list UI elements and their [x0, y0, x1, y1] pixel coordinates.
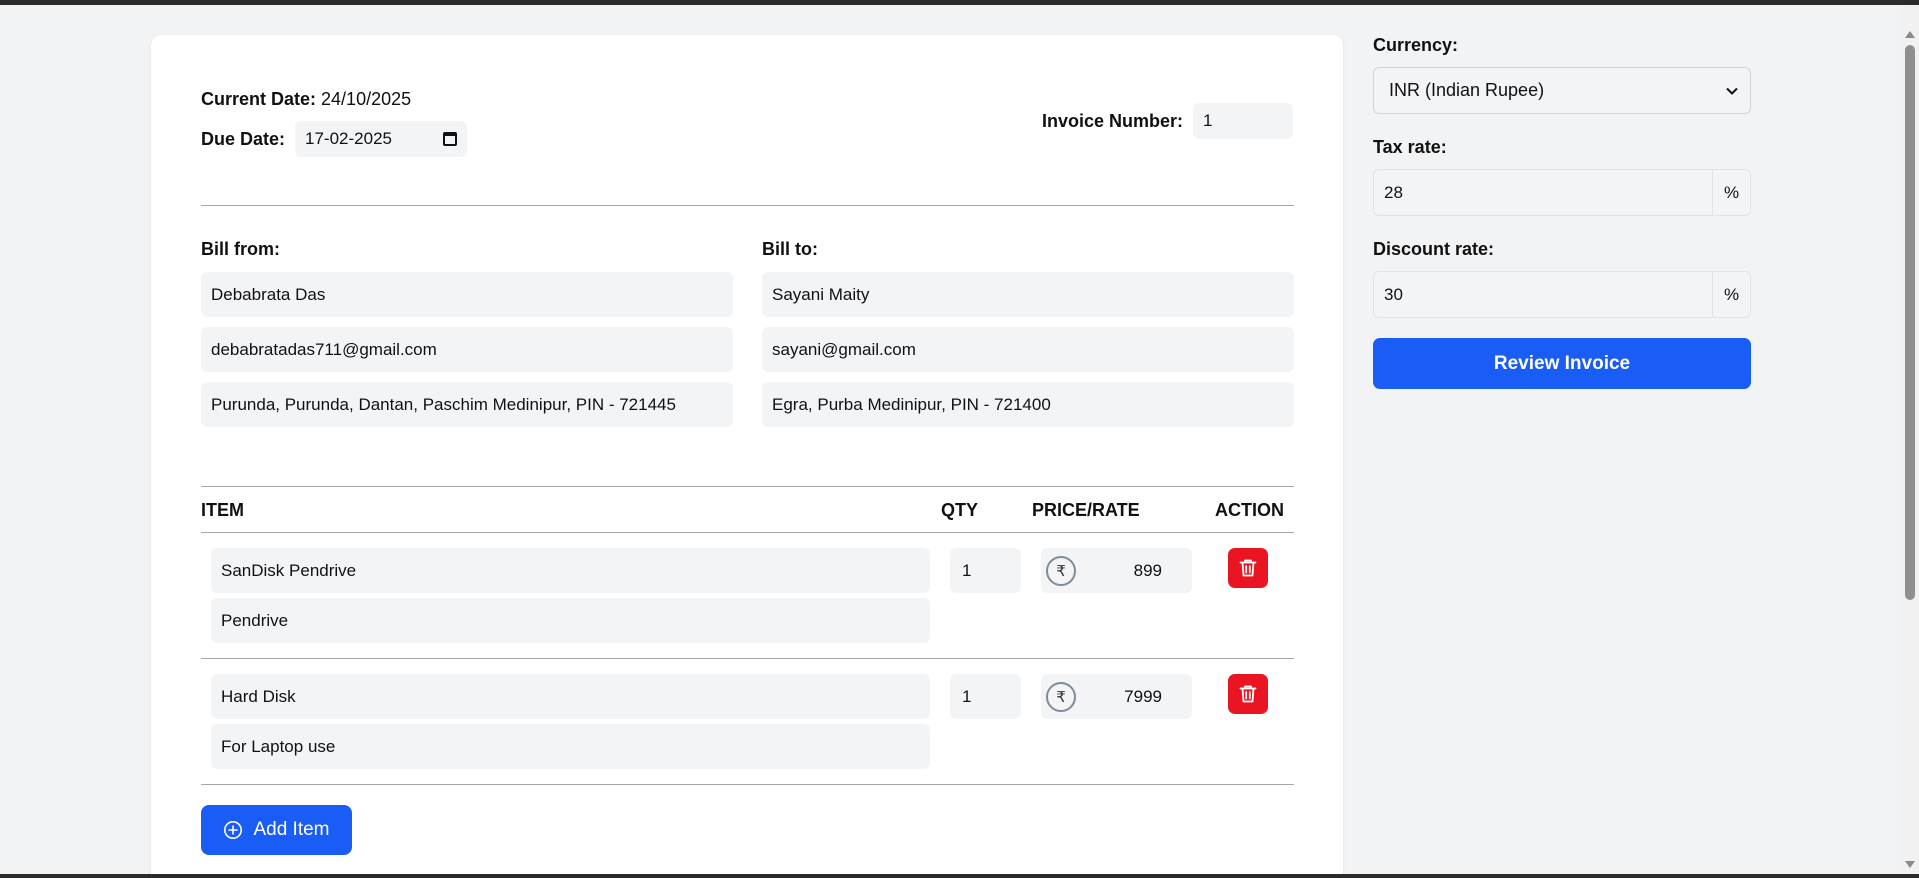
bottom-border: [0, 874, 1919, 878]
settings-panel: Currency: INR (Indian Rupee) Tax rate: 2…: [1373, 35, 1751, 389]
trash-icon: [1239, 559, 1257, 577]
bill-from-address: Purunda, Purunda, Dantan, Paschim Medini…: [211, 394, 676, 414]
item-qty-input[interactable]: 1: [950, 548, 1021, 593]
bill-from-email-input[interactable]: debabratadas711@gmail.com: [201, 327, 733, 372]
item-description: Pendrive: [221, 610, 289, 630]
invoice-number-input[interactable]: 1: [1193, 103, 1293, 139]
invoice-number-label: Invoice Number:: [1041, 110, 1183, 131]
item-description: For Laptop use: [221, 736, 336, 756]
review-invoice-button[interactable]: Review Invoice: [1373, 338, 1751, 389]
bill-to-section: Bill to: Sayani Maity sayani@gmail.com E…: [762, 239, 1294, 437]
due-date-value: 17-02-2025: [305, 129, 392, 148]
scroll-down-icon[interactable]: [1905, 861, 1915, 868]
discount-rate-input[interactable]: 30: [1374, 272, 1713, 317]
currency-label: Currency:: [1373, 35, 1459, 55]
current-date: Current Date: 24/10/2025: [201, 89, 411, 110]
discount-rate-group: 30 %: [1373, 271, 1751, 318]
divider: [201, 205, 1294, 206]
delete-item-button[interactable]: [1228, 548, 1268, 588]
plus-circle-icon: [224, 821, 243, 839]
bill-to-email-input[interactable]: sayani@gmail.com: [762, 327, 1294, 372]
header-qty: QTY: [941, 500, 979, 520]
item-name-input[interactable]: Hard Disk: [211, 674, 930, 719]
scrollbar-thumb[interactable]: [1905, 45, 1915, 600]
item-price-input[interactable]: ₹ 899: [1041, 548, 1192, 593]
add-item-label: Add Item: [253, 819, 330, 840]
due-date-label: Due Date:: [201, 128, 286, 149]
bill-to-address: Egra, Purba Medinipur, PIN - 721400: [772, 394, 1051, 414]
header-price: PRICE/RATE: [1032, 500, 1140, 520]
item-description-input[interactable]: For Laptop use: [211, 724, 930, 769]
row-divider: [201, 658, 1294, 659]
add-item-button[interactable]: Add Item: [201, 805, 352, 855]
current-date-value: 24/10/2025: [321, 89, 412, 109]
review-invoice-label: Review Invoice: [1493, 352, 1631, 374]
scrollbar[interactable]: [1901, 5, 1919, 874]
tax-rate-input[interactable]: 28: [1374, 170, 1713, 215]
invoice-card: Current Date: 24/10/2025 Due Date: 17-02…: [151, 35, 1343, 878]
table-top-border: [201, 486, 1294, 487]
item-qty: 1: [962, 560, 972, 580]
row-divider: [201, 784, 1294, 785]
tax-rate-value: 28: [1384, 182, 1403, 202]
header-action: ACTION: [1215, 500, 1284, 520]
bill-to-label: Bill to:: [762, 239, 818, 259]
item-price: 899: [1133, 560, 1162, 580]
table-header-border: [201, 532, 1294, 533]
delete-item-button[interactable]: [1228, 674, 1268, 714]
rupee-icon: ₹: [1046, 681, 1076, 712]
currency-select[interactable]: INR (Indian Rupee): [1373, 67, 1751, 114]
bill-from-name: Debabrata Das: [211, 284, 326, 304]
tax-rate-label: Tax rate:: [1373, 137, 1447, 157]
item-price: 7999: [1124, 686, 1162, 706]
percent-addon: %: [1713, 272, 1750, 317]
item-qty: 1: [962, 686, 972, 706]
bill-from-label: Bill from:: [201, 239, 280, 259]
item-description-input[interactable]: Pendrive: [211, 598, 930, 643]
item-name-input[interactable]: SanDisk Pendrive: [211, 548, 930, 593]
bill-to-name: Sayani Maity: [772, 284, 870, 304]
currency-value: INR (Indian Rupee): [1389, 80, 1545, 100]
bill-from-email: debabratadas711@gmail.com: [211, 339, 437, 359]
item-name: SanDisk Pendrive: [221, 560, 357, 580]
item-qty-input[interactable]: 1: [950, 674, 1021, 719]
discount-rate-label: Discount rate:: [1373, 239, 1495, 259]
tax-rate-group: 28 %: [1373, 169, 1751, 216]
percent-addon: %: [1713, 170, 1750, 215]
current-date-label: Current Date:: [201, 89, 317, 109]
bill-from-address-input[interactable]: Purunda, Purunda, Dantan, Paschim Medini…: [201, 382, 733, 427]
invoice-number-row: Invoice Number: 1: [1042, 103, 1293, 139]
chevron-down-icon: [1726, 87, 1738, 95]
header-item: ITEM: [201, 500, 244, 520]
rupee-icon: ₹: [1046, 555, 1076, 586]
invoice-number-value: 1: [1203, 111, 1213, 130]
bill-to-address-input[interactable]: Egra, Purba Medinipur, PIN - 721400: [762, 382, 1294, 427]
top-border: [0, 0, 1919, 5]
scroll-up-icon[interactable]: [1905, 31, 1915, 38]
due-date-row: Due Date: 17-02-2025: [201, 121, 468, 157]
calendar-icon[interactable]: [443, 132, 458, 146]
bill-from-name-input[interactable]: Debabrata Das: [201, 272, 733, 317]
item-name: Hard Disk: [221, 686, 296, 706]
bill-to-email: sayani@gmail.com: [772, 339, 916, 359]
bill-from-section: Bill from: Debabrata Das debabratadas711…: [201, 239, 733, 437]
discount-rate-value: 30: [1384, 284, 1403, 304]
trash-icon: [1239, 685, 1257, 703]
due-date-input[interactable]: 17-02-2025: [295, 121, 468, 157]
item-price-input[interactable]: ₹ 7999: [1041, 674, 1192, 719]
bill-to-name-input[interactable]: Sayani Maity: [762, 272, 1294, 317]
